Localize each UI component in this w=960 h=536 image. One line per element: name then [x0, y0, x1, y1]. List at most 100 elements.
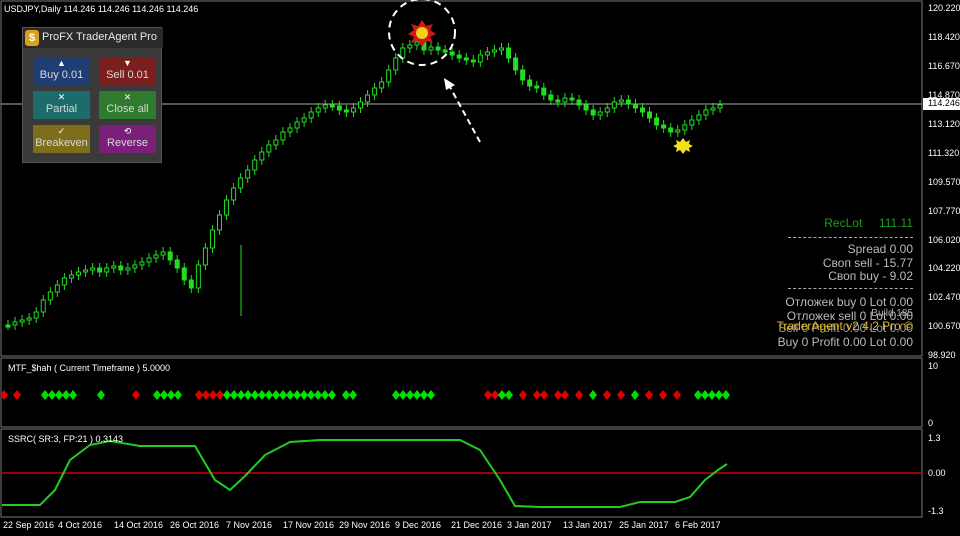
buy-button-label: Buy 0.01 — [39, 69, 84, 81]
candle-body — [68, 274, 74, 279]
trade-panel[interactable]: $ ProFX TraderAgent Pro ▲ Buy 0.01 ▼ Sel… — [22, 27, 163, 163]
signal-diamond — [427, 390, 435, 400]
candle-body — [83, 269, 89, 273]
candle-body — [428, 46, 434, 51]
candle-body — [661, 124, 667, 129]
breakeven-button-label: Breakeven — [35, 137, 88, 149]
buy-button[interactable]: ▲ Buy 0.01 — [33, 57, 90, 85]
signal-diamond — [399, 390, 407, 400]
signal-diamond — [300, 390, 308, 400]
signal-diamond — [244, 390, 252, 400]
signal-diamond — [279, 390, 287, 400]
candle-body — [104, 267, 110, 273]
candle-body — [90, 267, 96, 271]
date-tick-label: 29 Nov 2016 — [339, 520, 391, 530]
date-tick-label: 6 Feb 2017 — [675, 520, 721, 530]
candle-body — [280, 131, 286, 141]
candle-body — [301, 117, 307, 123]
signal-diamond — [321, 390, 329, 400]
candle-body — [174, 259, 180, 269]
candle-body — [266, 144, 272, 153]
candle-body — [238, 177, 244, 189]
candle-body — [365, 94, 371, 103]
candle-body — [562, 97, 568, 103]
candle-body — [167, 251, 173, 261]
candle-body — [477, 54, 483, 63]
candle-body — [287, 127, 293, 133]
sell-signal-icon — [408, 20, 436, 47]
candle-body — [245, 169, 251, 179]
signal-diamond — [174, 390, 182, 400]
candle-body — [350, 107, 356, 113]
version-text: TraderAgent v2.4.2 Pro © — [776, 319, 913, 333]
signal-diamond — [41, 390, 49, 400]
close-all-button[interactable]: ✕ Close all — [99, 91, 156, 119]
current-price-value: 114.246 — [928, 98, 960, 108]
partial-button[interactable]: ✕ Partial — [33, 91, 90, 119]
candle-body — [40, 299, 46, 313]
build-text: Build 185 — [871, 308, 913, 319]
price-tick-label: 107.770 — [928, 206, 960, 216]
signal-diamond — [554, 390, 562, 400]
candle-body — [111, 265, 117, 269]
swap-sell-text: Своп sell - 15.77 — [822, 256, 913, 270]
candle-body — [26, 317, 32, 321]
signal-diamond — [97, 390, 105, 400]
signal-diamond — [701, 390, 709, 400]
ssrc-indicator-label: SSRC( SR:3, FP:21 ) 0.3143 — [8, 434, 124, 444]
candle-body — [322, 104, 328, 109]
mtf-scale-top: 10 — [928, 361, 939, 371]
candle-body — [576, 99, 582, 106]
date-tick-label: 4 Oct 2016 — [58, 520, 103, 530]
candle-body — [689, 119, 695, 126]
signal-diamond — [349, 390, 357, 400]
candle-body — [54, 284, 60, 293]
signal-diamond — [167, 390, 175, 400]
candle-body — [640, 107, 645, 113]
reverse-button[interactable]: ⟲ Reverse — [99, 125, 156, 153]
signal-diamond — [694, 390, 702, 400]
candle-body — [527, 79, 533, 87]
candle-body — [618, 99, 624, 103]
candle-body — [625, 99, 631, 105]
candle-body — [308, 111, 314, 119]
panel-titlebar[interactable]: $ ProFX TraderAgent Pro — [23, 28, 163, 48]
down-triangle-icon: ▼ — [123, 58, 132, 68]
date-tick-label: 13 Jan 2017 — [563, 520, 613, 530]
breakeven-button[interactable]: ✓ Breakeven — [33, 125, 90, 153]
signal-diamond — [251, 390, 259, 400]
candle-body — [463, 57, 469, 61]
signal-diamond — [484, 390, 492, 400]
ssrc-scale-top: 1.3 — [928, 433, 941, 443]
candle-body — [386, 69, 392, 83]
signal-diamond — [272, 390, 280, 400]
candle-body — [343, 109, 349, 113]
dollar-coin-icon: $ — [25, 30, 39, 46]
candle-body — [372, 87, 378, 96]
signal-diamond — [659, 390, 667, 400]
sell-button[interactable]: ▼ Sell 0.01 — [99, 57, 156, 85]
signal-diamond — [62, 390, 70, 400]
candle-body — [632, 103, 638, 109]
candle-body — [484, 51, 490, 56]
candle-body — [188, 279, 194, 289]
candle-body — [146, 257, 152, 263]
candle-body — [252, 159, 258, 171]
candle-body — [491, 49, 497, 53]
signal-diamond — [533, 390, 541, 400]
mtf-indicator-label: MTF_$hah ( Current Timeframe ) 5.0000 — [8, 363, 171, 373]
buy-summary-text: Buy 0 Profit 0.00 Lot 0.00 — [777, 335, 913, 349]
candle-body — [19, 319, 25, 323]
candle-body — [393, 57, 399, 71]
candle-body — [195, 264, 201, 289]
signal-diamond — [293, 390, 301, 400]
candle-body — [209, 229, 215, 249]
date-tick-label: 26 Oct 2016 — [170, 520, 220, 530]
candle-body — [499, 47, 504, 51]
date-tick-label: 3 Jan 2017 — [507, 520, 552, 530]
signal-diamond — [413, 390, 421, 400]
signal-diamond — [498, 390, 506, 400]
candle-body — [435, 46, 441, 51]
candle-body — [654, 117, 660, 126]
signal-diamond — [722, 390, 730, 400]
